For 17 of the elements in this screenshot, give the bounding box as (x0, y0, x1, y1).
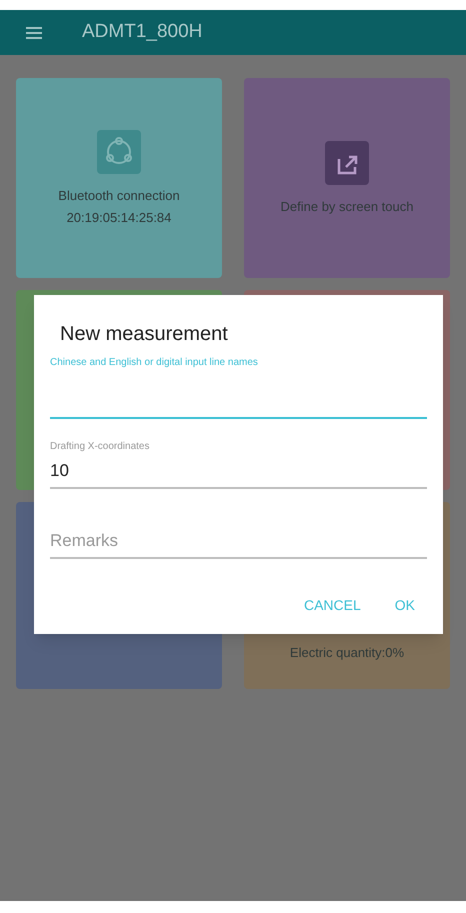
card-label: Electric quantity:0% (290, 645, 404, 661)
field-label: Chinese and English or digital input line names (50, 356, 259, 370)
cancel-button[interactable]: CANCEL (292, 587, 373, 624)
dialog-title: New measurement (59, 322, 229, 347)
share-nodes-icon (97, 130, 141, 174)
menu-icon[interactable] (26, 26, 42, 38)
field-label: Drafting X-coordinates (50, 440, 150, 454)
ok-button[interactable]: OK (382, 587, 427, 624)
card-label: Define by screen touch (280, 199, 414, 215)
menu-card[interactable]: Bluetooth connection 20:19:05:14:25:84 (16, 78, 222, 278)
input-field[interactable]: 10 (50, 454, 427, 489)
card-label: 20:19:05:14:25:84 (66, 210, 172, 226)
menu-card[interactable]: Define by screen touch (244, 78, 450, 278)
app-title: ADMT1_800H (82, 20, 202, 44)
card-label: Bluetooth connection (58, 188, 180, 204)
input-field[interactable]: Remarks (50, 524, 427, 559)
share-icon (325, 141, 369, 185)
